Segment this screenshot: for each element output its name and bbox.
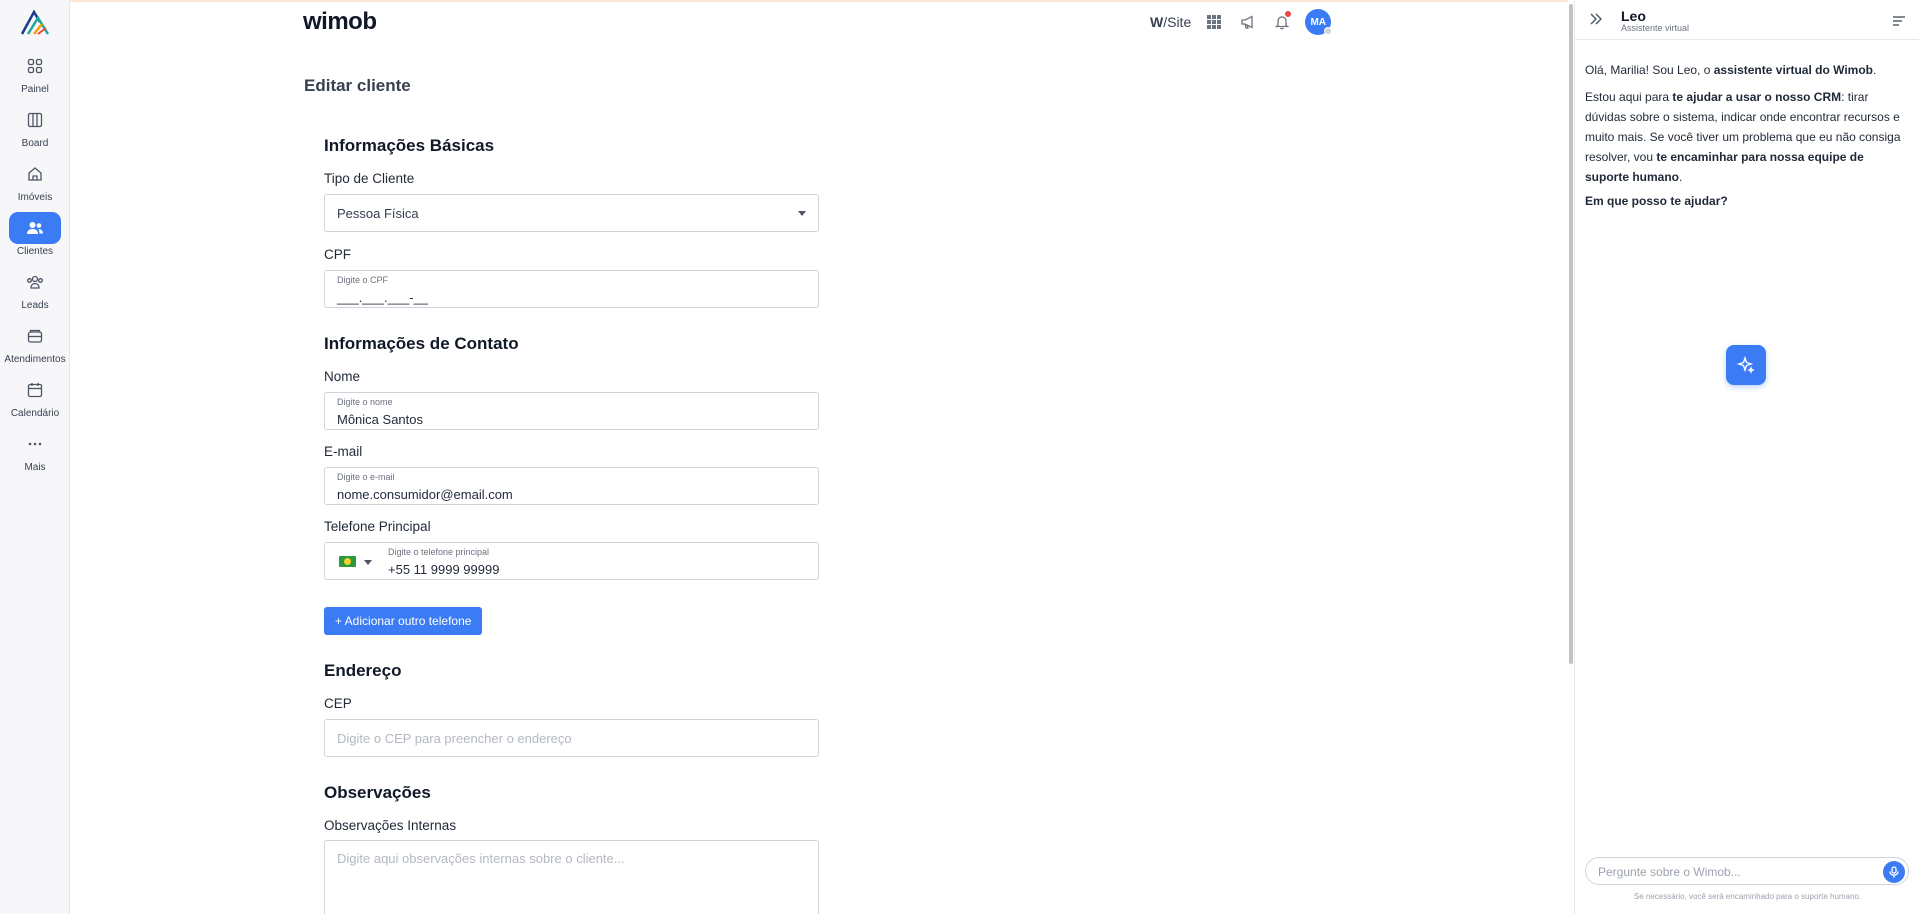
- megaphone-icon[interactable]: [1237, 11, 1259, 33]
- sidebar-item-clientes[interactable]: Clientes: [0, 212, 70, 262]
- scrollbar-thumb[interactable]: [1569, 4, 1573, 664]
- phone-hint: Digite o telefone principal: [388, 547, 490, 557]
- cep-field[interactable]: Digite o CEP para preencher o endereço: [324, 719, 819, 757]
- sidebar-item-painel[interactable]: Painel: [0, 50, 70, 100]
- assistant-input-box: [1585, 857, 1909, 885]
- notes-textarea[interactable]: Digite aqui observações internas sobre o…: [324, 840, 819, 914]
- board-icon: [9, 104, 61, 136]
- page-title: Editar cliente: [304, 76, 411, 95]
- microphone-icon[interactable]: [1883, 861, 1905, 883]
- email-label: E-mail: [324, 444, 363, 459]
- assistant-footer-note: Se necessário, você será encaminhado par…: [1633, 892, 1862, 901]
- wsite-link[interactable]: W/Site: [1150, 14, 1191, 30]
- sidebar-item-calendario[interactable]: Calendário: [0, 374, 70, 424]
- assistant-help-message: Estou aqui para te ajudar a usar o nosso…: [1585, 87, 1910, 187]
- assistant-name: Leo: [1621, 8, 1646, 24]
- tipo-cliente-value: Pessoa Física: [337, 206, 419, 221]
- sidebar-item-leads[interactable]: Leads: [0, 266, 70, 316]
- help-part-e: .: [1679, 170, 1683, 184]
- section-title-contact: Informações de Contato: [324, 334, 519, 353]
- dashboard-icon: [9, 50, 61, 82]
- inbox-icon: [9, 320, 61, 352]
- sidebar-item-imoveis[interactable]: Imóveis: [0, 158, 70, 208]
- cpf-value: ___.___.___-__: [337, 290, 429, 305]
- assistant-header: Leo Assistente virtual: [1575, 0, 1919, 40]
- more-icon: [9, 428, 61, 460]
- tipo-cliente-select[interactable]: Pessoa Física: [324, 194, 819, 232]
- help-part-a: Estou aqui para: [1585, 90, 1673, 104]
- bell-icon[interactable]: [1271, 11, 1293, 33]
- users-icon: [9, 212, 61, 244]
- sidebar-item-label: Calendário: [10, 408, 60, 419]
- assistant-question: Em que posso te ajudar?: [1585, 194, 1728, 208]
- add-phone-button[interactable]: + Adicionar outro telefone: [324, 607, 483, 635]
- assistant-subtitle: Assistente virtual: [1621, 23, 1690, 33]
- calendar-icon: [9, 374, 61, 406]
- wsite-prefix: W: [1150, 14, 1164, 30]
- sidebar-item-label: Leads: [21, 300, 49, 311]
- sidebar-item-label: Atendimentos: [4, 354, 66, 365]
- cpf-field[interactable]: Digite o CPF ___.___.___-__: [324, 270, 819, 308]
- cep-label: CEP: [324, 696, 352, 711]
- sidebar-nav: Painel Board Imóveis Clientes Leads Aten…: [0, 0, 70, 914]
- header-actions: W/Site MA: [1150, 9, 1333, 35]
- assistant-chat-input[interactable]: [1598, 863, 1868, 881]
- menu-lines-icon[interactable]: [1892, 14, 1906, 32]
- sidebar-item-label: Board: [21, 138, 49, 149]
- main-content: wimob W/Site MA Editar cliente Informaçõ…: [70, 0, 1574, 914]
- leads-icon: [9, 266, 61, 298]
- email-value: nome.consumidor@email.com: [337, 487, 513, 502]
- collapse-panel-icon[interactable]: [1589, 12, 1603, 31]
- nome-value: Mônica Santos: [337, 412, 423, 427]
- section-title-notes: Observações: [324, 783, 431, 802]
- notes-label: Observações Internas: [324, 818, 457, 833]
- assistant-greeting: Olá, Marilia! Sou Leo, o assistente virt…: [1585, 60, 1910, 80]
- assistant-panel: Leo Assistente virtual Olá, Marilia! Sou…: [1574, 0, 1919, 914]
- section-title-address: Endereço: [324, 661, 402, 680]
- wsite-suffix: /Site: [1163, 14, 1192, 30]
- home-icon: [9, 158, 61, 190]
- notes-placeholder: Digite aqui observações internas sobre o…: [337, 851, 625, 866]
- tipo-cliente-label: Tipo de Cliente: [324, 171, 415, 186]
- greeting-part-c: .: [1873, 63, 1877, 77]
- sparkle-icon: [1737, 356, 1755, 374]
- nome-hint: Digite o nome: [337, 397, 393, 407]
- help-part-b: te ajudar a usar o nosso CRM: [1672, 90, 1842, 104]
- sidebar-item-label: Painel: [21, 84, 49, 95]
- nome-label: Nome: [324, 369, 361, 384]
- phone-value: +55 11 9999 99999: [388, 562, 500, 577]
- chevron-down-icon: [798, 211, 806, 216]
- cpf-label: CPF: [324, 247, 351, 262]
- sidebar-item-label: Mais: [24, 462, 46, 473]
- phone-label: Telefone Principal: [324, 519, 431, 534]
- ai-sparkle-button[interactable]: [1726, 345, 1766, 385]
- top-divider: [70, 0, 1570, 2]
- email-hint: Digite o e-mail: [337, 472, 395, 482]
- sidebar-item-board[interactable]: Board: [0, 104, 70, 154]
- sidebar-item-mais[interactable]: Mais: [0, 428, 70, 478]
- notification-badge: [1285, 11, 1292, 17]
- greeting-part-a: Olá, Marilia! Sou Leo, o: [1585, 63, 1714, 77]
- avatar-initials: MA: [1310, 16, 1327, 28]
- email-field[interactable]: Digite o e-mail nome.consumidor@email.co…: [324, 467, 819, 505]
- sidebar-item-label: Clientes: [16, 246, 54, 257]
- chevron-down-icon[interactable]: [364, 560, 372, 565]
- sidebar-item-atendimentos[interactable]: Atendimentos: [0, 320, 70, 370]
- sidebar-item-label: Imóveis: [17, 192, 53, 203]
- section-title-basic: Informações Básicas: [324, 136, 495, 155]
- brand-wordmark[interactable]: wimob: [303, 8, 377, 36]
- phone-field[interactable]: Digite o telefone principal +55 11 9999 …: [324, 542, 819, 580]
- avatar[interactable]: MA: [1305, 9, 1333, 35]
- status-indicator: [1324, 27, 1333, 35]
- greeting-part-b: assistente virtual do Wimob: [1713, 63, 1873, 77]
- cpf-hint: Digite o CPF: [337, 275, 389, 285]
- cep-placeholder: Digite o CEP para preencher o endereço: [337, 731, 572, 746]
- nome-field[interactable]: Digite o nome Mônica Santos: [324, 392, 819, 430]
- brazil-flag-icon[interactable]: [339, 556, 356, 567]
- app-logo[interactable]: [20, 8, 50, 36]
- apps-grid-icon[interactable]: [1203, 11, 1225, 33]
